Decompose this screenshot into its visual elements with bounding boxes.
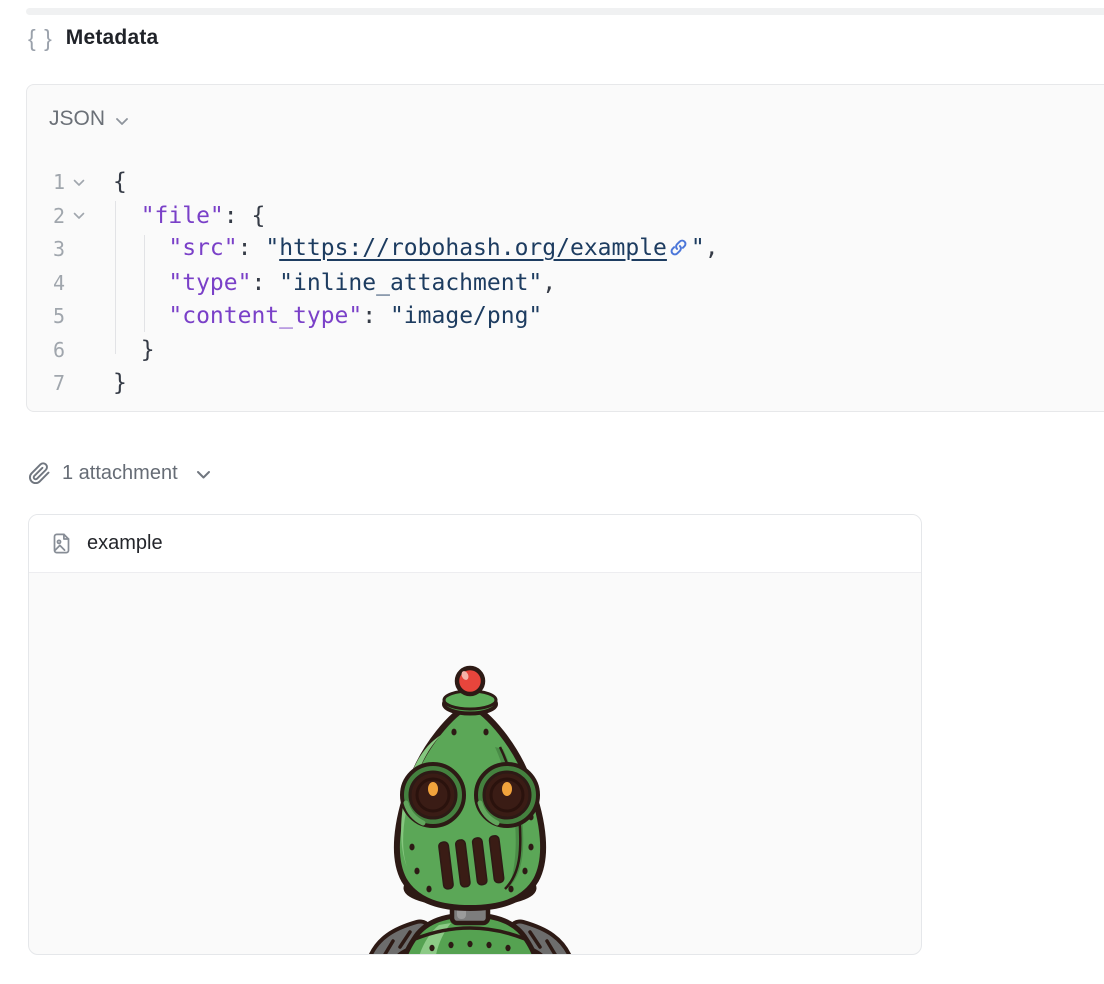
- json-token: "type": [168, 270, 251, 296]
- fold-toggle-icon[interactable]: [65, 212, 91, 220]
- json-token: ": [265, 235, 279, 261]
- json-token: :: [251, 270, 279, 296]
- code-text: "file": {: [91, 200, 265, 234]
- code-area: 1 { 2 "file": { 3 "src": "https://roboha…: [49, 166, 1104, 401]
- metadata-header: { } Metadata: [28, 26, 158, 50]
- json-token: : {: [224, 203, 266, 229]
- page-title: Metadata: [66, 26, 159, 50]
- json-token: "inline_attachment": [279, 270, 542, 296]
- json-token: }: [113, 370, 127, 396]
- json-token: "src": [168, 235, 237, 261]
- attachments-toggle[interactable]: 1 attachment: [28, 462, 211, 485]
- json-token: :: [238, 235, 266, 261]
- attachments-summary: 1 attachment: [62, 462, 178, 485]
- line-number: 7: [49, 367, 65, 401]
- code-line: 6 }: [49, 334, 1104, 368]
- json-token: "image/png": [390, 303, 542, 329]
- code-line: 2 "file": {: [49, 200, 1104, 234]
- attachment-card-header[interactable]: example: [29, 515, 921, 573]
- code-text: "src": "https://robohash.org/example",: [91, 232, 719, 268]
- line-number: 6: [49, 334, 65, 368]
- json-braces-icon: { }: [28, 27, 53, 50]
- json-token: "file": [141, 203, 224, 229]
- json-token: ,: [705, 235, 719, 261]
- line-number: 4: [49, 267, 65, 301]
- code-line: 7 }: [49, 367, 1104, 401]
- url-link[interactable]: https://robohash.org/example: [279, 235, 667, 261]
- attachment-preview: [29, 573, 921, 954]
- line-number: 1: [49, 166, 65, 200]
- line-number: 5: [49, 300, 65, 334]
- image-file-icon: [50, 532, 73, 555]
- code-line: 1 {: [49, 166, 1104, 200]
- robot-image: [317, 659, 623, 955]
- json-token: {: [113, 169, 127, 195]
- chevron-down-icon: [196, 470, 211, 480]
- json-token: "content_type": [168, 303, 362, 329]
- json-token: }: [141, 337, 155, 363]
- code-text: "type": "inline_attachment",: [91, 267, 556, 301]
- link-icon[interactable]: [669, 234, 688, 268]
- code-line: 5 "content_type": "image/png": [49, 300, 1104, 334]
- code-text: "content_type": "image/png": [91, 300, 542, 334]
- json-token: :: [362, 303, 390, 329]
- fold-toggle-icon[interactable]: [65, 179, 91, 187]
- chevron-down-icon: [115, 117, 129, 126]
- code-text: }: [91, 334, 155, 368]
- code-line: 4 "type": "inline_attachment",: [49, 267, 1104, 301]
- top-divider-bar: [26, 8, 1104, 15]
- json-token: ": [691, 235, 705, 261]
- json-token: ,: [542, 270, 556, 296]
- code-line: 3 "src": "https://robohash.org/example",: [49, 233, 1104, 267]
- json-editor: JSON 1 { 2 "file": { 3 "src": "https://r…: [26, 84, 1104, 412]
- attachment-card: example: [28, 514, 922, 955]
- language-selector[interactable]: JSON: [49, 107, 129, 131]
- code-text: }: [91, 367, 127, 401]
- line-number: 2: [49, 200, 65, 234]
- indent-guide: [115, 201, 116, 354]
- line-number: 3: [49, 233, 65, 267]
- code-text: {: [91, 166, 127, 200]
- indent-guide: [144, 235, 145, 332]
- language-label: JSON: [49, 107, 105, 131]
- paperclip-icon: [28, 462, 51, 485]
- attachment-filename: example: [87, 532, 163, 555]
